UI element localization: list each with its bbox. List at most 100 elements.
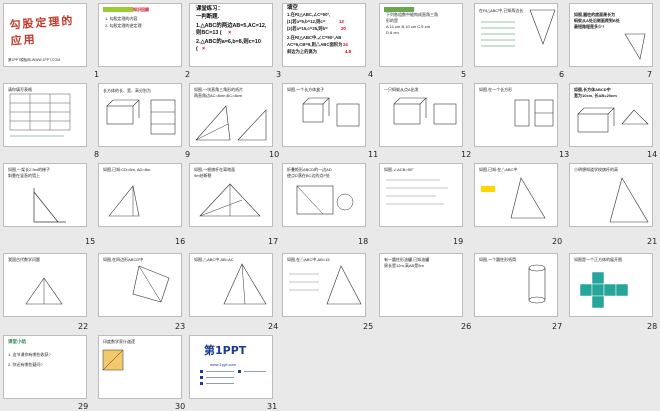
slide-thumbnail-24[interactable]: 如图,△ABC中,AB=AC	[189, 253, 273, 317]
slide-line: 周长是12m,高AB是5m	[384, 263, 424, 268]
slide-number: 25	[363, 322, 374, 331]
slide-thumbnail-20[interactable]: 如图,已知:在△ABC中	[474, 163, 558, 227]
quadrilateral-diagram	[132, 265, 170, 303]
cube-net-diagram	[579, 271, 629, 309]
answer: 20	[341, 26, 346, 31]
slide-thumbnail-22[interactable]: 我国古代数学问题	[3, 253, 87, 317]
triangle-diagram	[223, 263, 267, 305]
slide-thumbnail-8[interactable]: 请你填写表格	[3, 83, 87, 147]
slide-thumbnail-25[interactable]: 如图,在△ABC中,AB=15	[282, 253, 366, 317]
box-diagram	[302, 97, 360, 127]
slide-thumbnail-19[interactable]: 如图,∠ACB=90°	[379, 163, 463, 227]
slide-thumbnail-13[interactable]: 如图,在一个长方形	[474, 83, 558, 147]
slide-number: 14	[647, 150, 658, 159]
triangle-diagram	[481, 9, 556, 47]
slide-thumbnail-30[interactable]: 印度数学家什迦逻	[98, 335, 182, 399]
slide-number: 26	[461, 322, 472, 331]
slide-heading: 知识回顾	[133, 7, 149, 12]
slide-thumbnail-17[interactable]: 如图,一根旗杆在离地面 9m处断裂	[189, 163, 273, 227]
slide-number: 13	[559, 150, 570, 159]
slide-thumbnail-9[interactable]: 长方体的长、宽、高分别为	[98, 83, 182, 147]
slide-line: 则BC=13 (	[196, 30, 222, 36]
slide-number: 7	[647, 70, 653, 79]
answer-mark: ×	[228, 30, 232, 36]
slide-thumbnail-16[interactable]: 如图,已知:CD=6m, AD=8m	[98, 163, 182, 227]
slide-thumbnail-28[interactable]: 如图是一个正方体的展开图	[569, 253, 653, 317]
slide-number: 20	[552, 237, 563, 246]
slide-line: 2.△ABC的a=6,b=8,则c=10	[196, 39, 261, 45]
slide-number: 28	[647, 322, 658, 331]
slide-line: (1)若a=5,b=12,则c=	[287, 19, 326, 24]
slide-thumbnail-18[interactable]: 折叠矩形ABCD的一边AD 使点D落在BC边的点F处	[282, 163, 366, 227]
slide-thumbnail-26[interactable]: 有一圆柱形油罐,已知油罐 周长是12m,高AB是5m	[379, 253, 463, 317]
slide-number: 31	[267, 402, 278, 411]
slide-line: 下列各组数中能构成直角三角	[386, 12, 438, 17]
slide-thumbnail-15[interactable]: 如图,一架长2.5m的梯子 斜靠在竖直的墙上	[3, 163, 87, 227]
slide-thumbnail-21[interactable]: 小明想知道学校旗杆的高	[569, 163, 653, 227]
triangle-diagram	[25, 277, 63, 305]
slide-number: 1	[94, 70, 100, 79]
slide-number: 9	[185, 150, 191, 159]
slide-thumbnail-11[interactable]: 如图,一个长方体盒子	[282, 83, 366, 147]
box-diagram	[514, 99, 554, 127]
square-diagram	[102, 349, 124, 371]
slide-thumbnail-29[interactable]: 课堂小结 1. 这节课你有哪些收获? 2. 你还有哪些疑问?	[3, 335, 87, 399]
slide-thumbnail-14[interactable]: 如图,长方体ABCD中 宽为10cm, 长AB=20cm	[569, 83, 653, 147]
slide-line: 1. 勾股定理的内容	[105, 16, 138, 21]
rectangle-diagram	[296, 185, 354, 215]
slide-number: 12	[461, 150, 472, 159]
slide-thumbnail-4[interactable]: 填空 1.在Rt△ABC,∠C=90°, (1)若a=5,b=12,则c= 13…	[282, 3, 366, 67]
slide-number: 8	[94, 150, 100, 159]
triangle-diagram	[199, 183, 261, 217]
slide-line: 形的是	[386, 18, 398, 23]
slide-number: 4	[368, 70, 374, 79]
slide-footer: 第1PPT模板网-WWW.1PPT.COM	[8, 58, 61, 62]
slide-thumbnail-5[interactable]: 下列各组数中能构成直角三角 形的是 A.11 cm B.10 cm C.5 cm…	[379, 3, 463, 67]
triangle-diagram	[624, 33, 646, 60]
slide-thumbnail-23[interactable]: 如图,在四边形ABCD中	[98, 253, 182, 317]
slide-line: AC=6,CB=8,则△ABC面积为	[287, 42, 343, 47]
slide-number: 16	[175, 237, 186, 246]
slide-number: 19	[453, 237, 464, 246]
slide-number: 3	[276, 70, 282, 79]
slide-thumbnail-7[interactable]: 如图,圆柱的底面周长为 蚂蚁从A处沿侧面爬到B处 最短路程是多少?	[569, 3, 653, 67]
triangle-diagram	[108, 185, 140, 217]
slide-line: D.6 cm	[386, 30, 399, 35]
slide-number: 11	[368, 150, 379, 159]
triangle-diagram	[195, 105, 267, 141]
slide-thumbnail-1[interactable]: 勾股定理的应用 第1PPT模板网-WWW.1PPT.COM	[3, 3, 87, 67]
slide-thumbnail-6[interactable]: 在Rt△ABC中,已知两边长	[474, 3, 558, 67]
slide-line: 1.在Rt△ABC,∠C=90°,	[287, 12, 331, 17]
slide-thumbnail-2[interactable]: 知识回顾 1. 勾股定理的内容 2. 勾股定理的逆定理	[98, 3, 182, 67]
ladder-diagram	[33, 188, 66, 223]
cylinder-diagram	[528, 264, 546, 304]
slide-thumbnail-31[interactable]: 第1PPT www.1ppt.com	[189, 335, 273, 399]
slide-number: 15	[85, 237, 96, 246]
slide-number: 30	[175, 402, 186, 411]
answer: 4.8	[345, 49, 351, 54]
formula-lines	[386, 179, 448, 205]
answer-mark: ×	[202, 46, 206, 52]
slide-number: 18	[358, 237, 369, 246]
slide-line: 2. 勾股定理的逆定理	[105, 23, 142, 28]
slide-heading: 课堂小结	[8, 339, 26, 344]
slide-number: 2	[185, 70, 191, 79]
slide-sorter-grid: 勾股定理的应用 第1PPT模板网-WWW.1PPT.COM 1 知识回顾 1. …	[3, 3, 658, 411]
slide-thumbnail-12[interactable]: 一只蚂蚁从点A出发	[379, 83, 463, 147]
slide-thumbnail-3[interactable]: 课堂练习： 一判断题. 1.△ABC的两边AB=5,AC=12, 则BC=13 …	[189, 3, 273, 67]
answer: 24	[343, 42, 348, 47]
slide-number: 6	[559, 70, 565, 79]
box-diagram	[106, 99, 176, 135]
triangle-diagram	[481, 177, 546, 219]
slide-line: 1. 这节课你有哪些收获?	[8, 352, 51, 357]
link-list-graphic	[200, 370, 266, 385]
slide-line: 有一圆柱形油罐,已知油罐	[384, 257, 430, 262]
triangle-diagram	[289, 265, 362, 305]
box-diagram	[577, 107, 649, 133]
slide-number: 27	[552, 322, 563, 331]
slide-heading: 课堂练习：	[196, 6, 223, 12]
slide-line: A.11 cm B.10 cm C.5 cm	[386, 24, 430, 29]
slide-line: 一判断题.	[196, 14, 220, 20]
slide-thumbnail-10[interactable]: 如图,一块直角三角形的纸片 两直角边AC=6cm,BC=8cm	[189, 83, 273, 147]
slide-thumbnail-27[interactable]: 如图,一个圆柱形纸筒	[474, 253, 558, 317]
